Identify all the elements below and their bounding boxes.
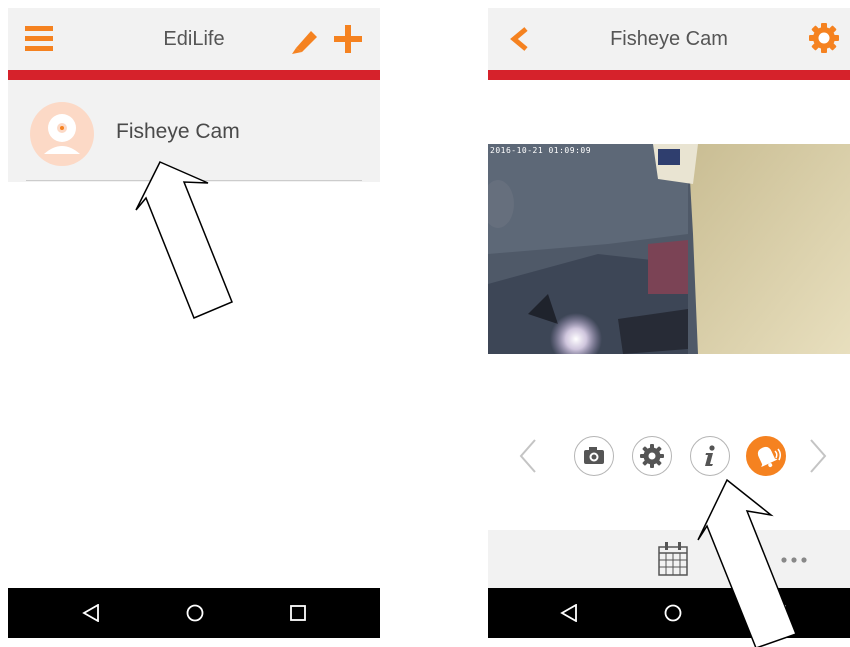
left-phone-screen: EdiLife Fisheye Cam [8, 8, 380, 638]
camera-avatar-icon [30, 102, 94, 166]
plus-icon[interactable] [334, 25, 362, 53]
snapshot-button[interactable] [574, 436, 614, 476]
previous-chevron-icon[interactable] [518, 438, 538, 474]
alarm-button[interactable] [746, 436, 786, 476]
back-icon[interactable] [560, 604, 578, 622]
app-header: EdiLife [8, 8, 380, 70]
app-title: EdiLife [163, 28, 225, 50]
calendar-icon[interactable] [658, 542, 688, 576]
info-button[interactable] [690, 436, 730, 476]
snapshot-camera-icon [584, 447, 604, 464]
right-phone-screen: Fisheye Cam 2016-10-21 01:09:09 [488, 8, 850, 638]
camera-title: Fisheye Cam [610, 28, 728, 50]
header-accent-bar [8, 70, 380, 80]
more-icon[interactable] [780, 556, 808, 564]
alarm-bell-icon [757, 446, 782, 468]
settings-gear-icon[interactable] [808, 22, 840, 54]
camera-header: Fisheye Cam [488, 8, 850, 70]
home-icon[interactable] [186, 604, 204, 622]
pencil-icon[interactable] [292, 26, 322, 54]
device-name: Fisheye Cam [116, 120, 240, 143]
next-chevron-icon[interactable] [808, 438, 828, 474]
video-timestamp: 2016-10-21 01:09:09 [490, 146, 592, 155]
settings-icon [640, 444, 664, 468]
recents-icon[interactable] [290, 605, 306, 621]
info-icon [705, 445, 715, 466]
android-navbar [8, 588, 380, 638]
settings-button[interactable] [632, 436, 672, 476]
camera-frame-image [488, 144, 850, 354]
back-icon[interactable] [82, 604, 100, 622]
android-navbar [488, 588, 850, 638]
device-list: Fisheye Cam [8, 80, 380, 182]
header-accent-bar [488, 70, 850, 80]
camera-live-view[interactable]: 2016-10-21 01:09:09 [488, 144, 850, 354]
playback-toolbar [488, 530, 850, 588]
recents-icon[interactable] [770, 605, 786, 621]
device-list-item[interactable]: Fisheye Cam [8, 80, 380, 182]
list-divider [26, 180, 362, 181]
home-icon[interactable] [664, 604, 682, 622]
